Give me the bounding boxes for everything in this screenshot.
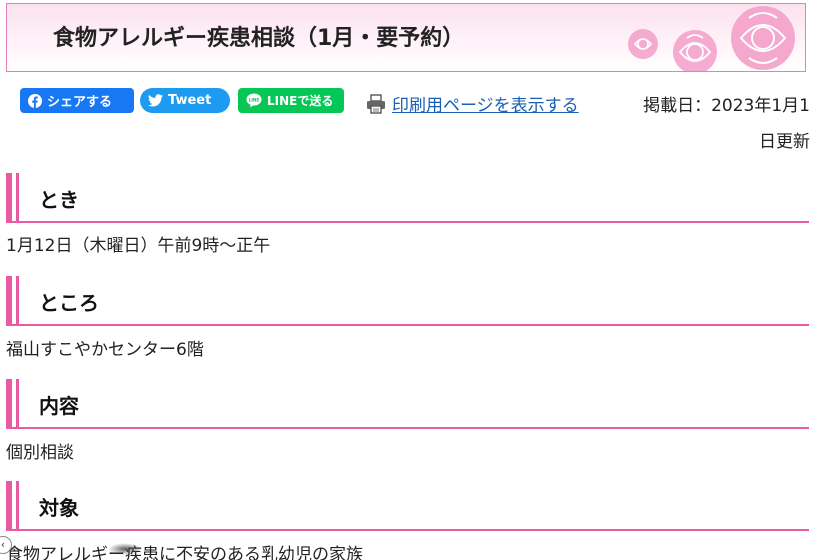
published-date: 掲載日：2023年1月1 (643, 96, 810, 116)
section-heading-content: 内容 (6, 379, 809, 429)
section-heading-place: ところ (6, 276, 809, 326)
section-body-place: 福山すこやかセンター6階 (6, 340, 204, 360)
line-share-label: LINEで送る (267, 94, 334, 108)
print-page-link[interactable]: 印刷用ページを表示する (366, 91, 579, 116)
heading-accent-bar (16, 379, 19, 427)
cursor-overlay (108, 543, 142, 555)
page-title: 食物アレルギー疾患相談（1月・要予約） (53, 26, 465, 51)
facebook-share-button[interactable]: シェアする (20, 88, 134, 113)
facebook-icon (28, 93, 42, 108)
section-body-target: 食物アレルギー疾患に不安のある乳幼児の家族 (6, 545, 363, 560)
rose-decoration-icon (628, 6, 795, 71)
section-heading-text: ところ (39, 291, 99, 315)
heading-accent-bar (16, 276, 19, 324)
section-body-time: 1月12日（木曜日）午前9時～正午 (6, 236, 271, 256)
section-body-content: 個別相談 (6, 443, 74, 463)
line-share-button[interactable]: LINE LINEで送る (238, 88, 344, 113)
heading-accent-bar (16, 173, 19, 221)
tweet-label: Tweet (168, 93, 212, 108)
twitter-bird-icon (148, 94, 163, 107)
facebook-share-label: シェアする (47, 95, 113, 110)
published-date-continued: 日更新 (759, 132, 810, 152)
section-heading-text: とき (39, 188, 79, 212)
section-heading-text: 対象 (39, 496, 79, 520)
section-heading-time: とき (6, 173, 809, 223)
printer-icon (366, 93, 386, 114)
title-banner: 食物アレルギー疾患相談（1月・要予約） (6, 3, 806, 72)
section-heading-target: 対象 (6, 481, 809, 531)
line-icon: LINE (246, 93, 262, 108)
heading-accent-bar (16, 481, 19, 529)
section-heading-text: 内容 (39, 394, 79, 418)
svg-text:LINE: LINE (249, 97, 260, 102)
print-page-label: 印刷用ページを表示する (392, 96, 579, 116)
page: 食物アレルギー疾患相談（1月・要予約） シェアする Tweet LINE LIN… (0, 0, 815, 560)
tweet-button[interactable]: Tweet (140, 88, 230, 113)
